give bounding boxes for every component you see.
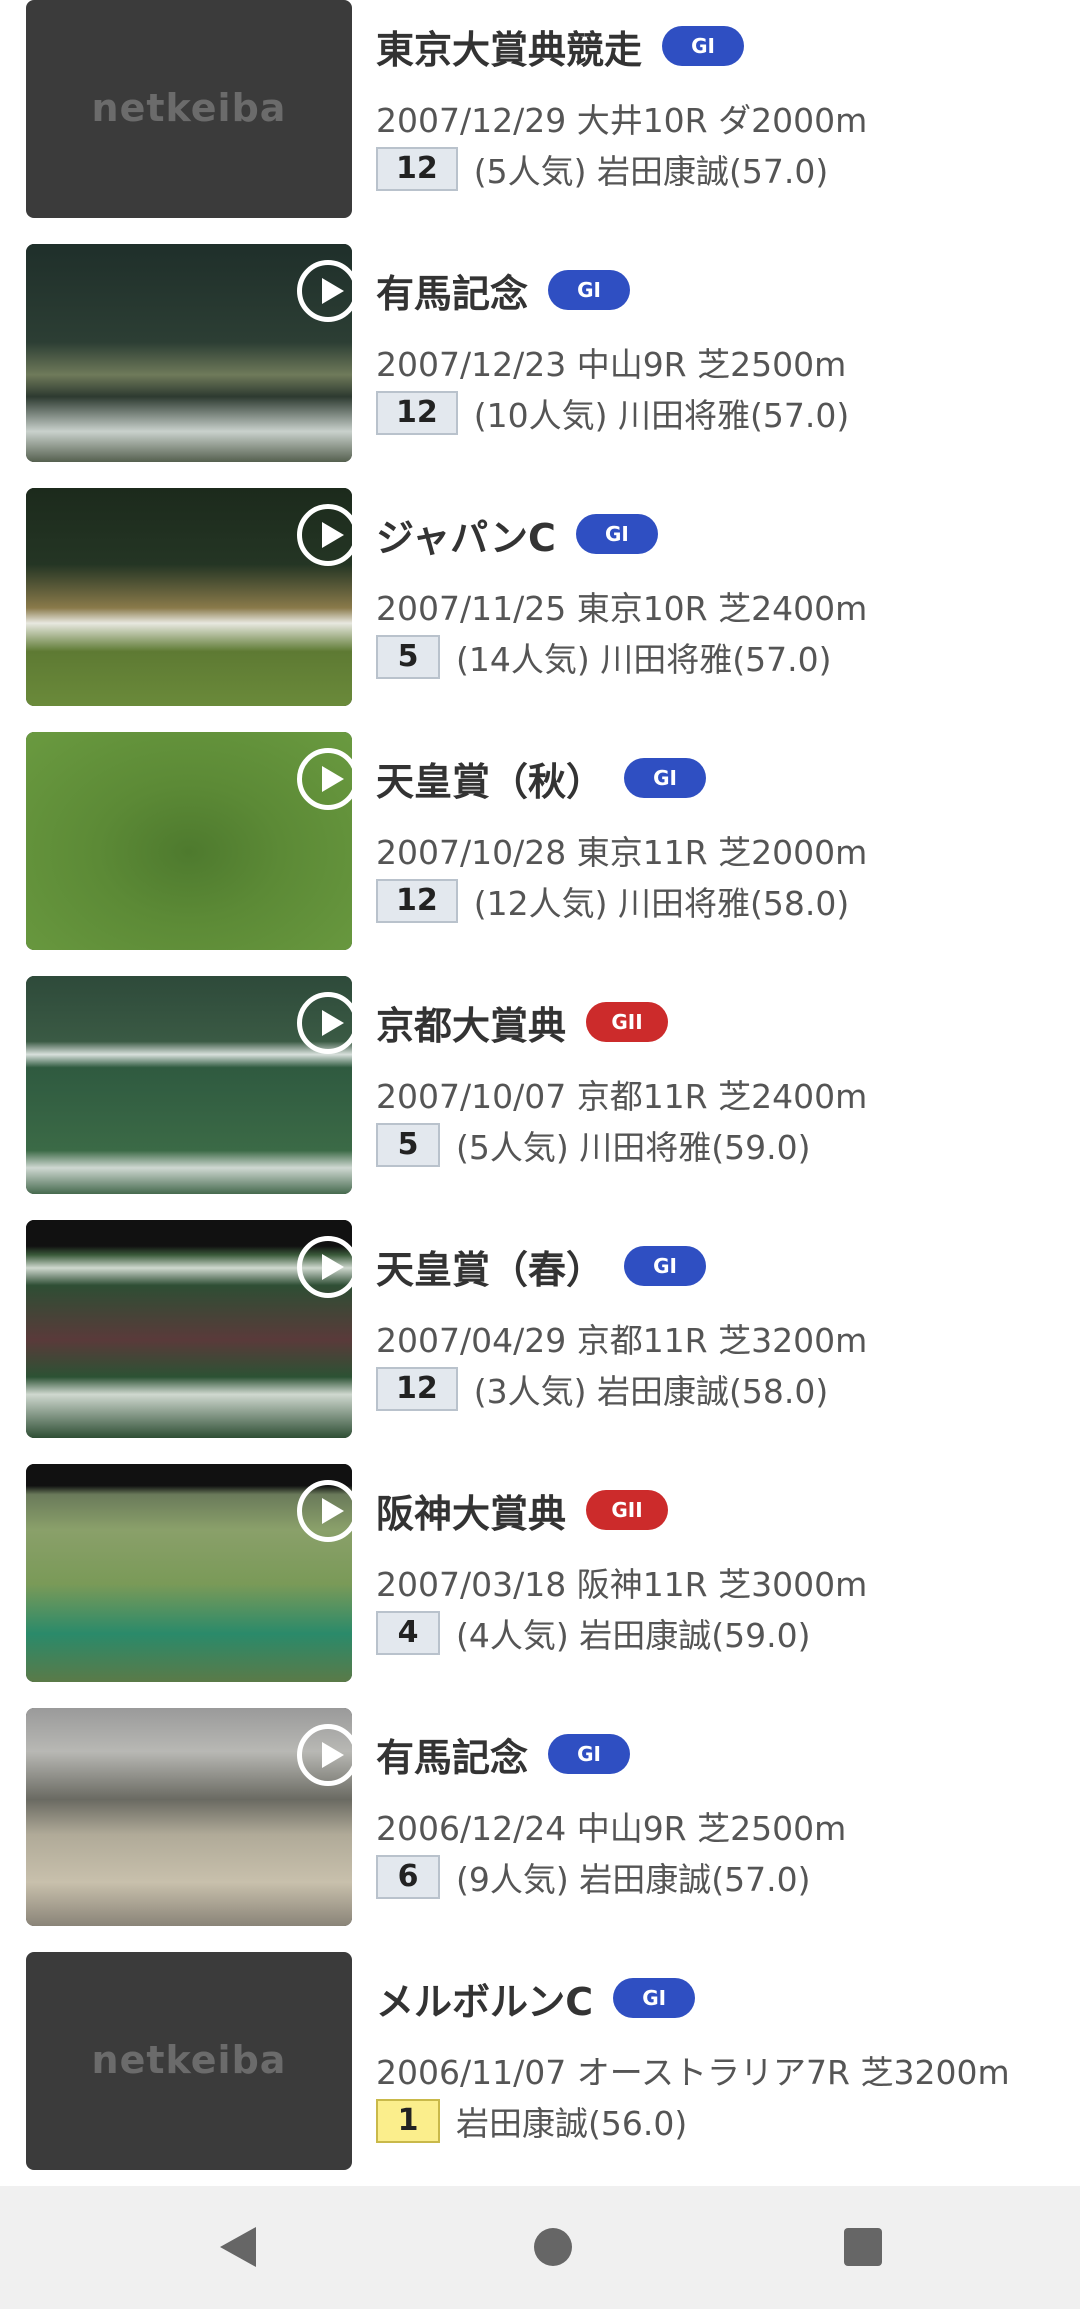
play-icon[interactable] (297, 1236, 352, 1298)
video-thumbnail[interactable] (26, 244, 352, 462)
grade-badge: GI (662, 26, 745, 66)
race-name[interactable]: 天皇賞（秋） (376, 751, 604, 806)
video-thumbnail[interactable] (26, 1220, 352, 1438)
back-icon[interactable] (214, 2224, 260, 2270)
race-name[interactable]: 天皇賞（春） (376, 1239, 604, 1294)
finish-rank-badge: 1 (376, 2099, 440, 2143)
race-meta: 2007/03/18 阪神11R 芝3000m (376, 1565, 868, 1604)
race-meta: 2007/10/28 東京11R 芝2000m (376, 833, 868, 872)
finish-rank-badge: 12 (376, 879, 458, 923)
race-name[interactable]: 阪神大賞典 (376, 1483, 566, 1538)
play-icon[interactable] (297, 260, 352, 322)
result-text: 岩田康誠(56.0) (456, 2104, 688, 2143)
race-name[interactable]: 有馬記念 (376, 1727, 528, 1782)
result-text: (4人気) 岩田康誠(59.0) (456, 1616, 811, 1655)
grade-badge: GI (548, 1734, 631, 1774)
result-text: (10人気) 川田将雅(57.0) (473, 396, 850, 435)
race-item[interactable]: 阪神大賞典 GII 2007/03/18 阪神11R 芝3000m 4 (4人気… (0, 1464, 1080, 1686)
finish-rank-badge: 12 (376, 391, 458, 435)
result-text: (3人気) 岩田康誠(58.0) (473, 1372, 829, 1411)
race-item[interactable]: 京都大賞典 GII 2007/10/07 京都11R 芝2400m 5 (5人気… (0, 976, 1080, 1198)
grade-badge: GI (575, 514, 658, 554)
race-item[interactable]: 有馬記念 GI 2006/12/24 中山9R 芝2500m 6 (9人気) 岩… (0, 1708, 1080, 1930)
result-text: (9人気) 岩田康誠(57.0) (456, 1860, 811, 1899)
play-icon[interactable] (297, 992, 352, 1054)
result-text: (14人気) 川田将雅(57.0) (456, 640, 832, 679)
play-icon[interactable] (297, 1480, 352, 1542)
finish-rank-badge: 4 (376, 1611, 440, 1655)
home-icon[interactable] (530, 2224, 576, 2270)
race-name[interactable]: メルボルンC (376, 1971, 593, 2026)
video-thumbnail[interactable] (26, 732, 352, 950)
video-thumbnail[interactable] (26, 976, 352, 1194)
grade-badge: GI (613, 1978, 696, 2018)
race-item[interactable]: 天皇賞（秋） GI 2007/10/28 東京11R 芝2000m 12 (12… (0, 732, 1080, 954)
system-navigation-bar (0, 2186, 1080, 2309)
race-meta: 2006/12/24 中山9R 芝2500m (376, 1809, 847, 1848)
netkeiba-logo: netkeiba (91, 2038, 287, 2082)
race-meta: 2007/10/07 京都11R 芝2400m (376, 1077, 868, 1116)
result-text: (12人気) 川田将雅(58.0) (473, 884, 850, 923)
race-meta: 2007/04/29 京都11R 芝3200m (376, 1321, 868, 1360)
play-icon[interactable] (297, 504, 352, 566)
play-icon[interactable] (297, 748, 352, 810)
grade-badge: GI (624, 758, 707, 798)
video-thumbnail[interactable] (26, 488, 352, 706)
race-item[interactable]: netkeiba 東京大賞典競走 GI 2007/12/29 大井10R ダ20… (0, 0, 1080, 222)
race-meta: 2006/11/07 オーストラリア7R 芝3200m (376, 2053, 1010, 2092)
finish-rank-badge: 5 (376, 1123, 440, 1167)
race-name[interactable]: 京都大賞典 (376, 995, 566, 1050)
video-thumbnail[interactable] (26, 1708, 352, 1926)
race-name[interactable]: 有馬記念 (376, 263, 528, 318)
finish-rank-badge: 5 (376, 635, 440, 679)
grade-badge: GII (586, 1490, 669, 1530)
race-meta: 2007/11/25 東京10R 芝2400m (376, 589, 868, 628)
race-item[interactable]: netkeiba メルボルンC GI 2006/11/07 オーストラリア7R … (0, 1952, 1080, 2174)
grade-badge: GI (548, 270, 631, 310)
thumbnail-placeholder[interactable]: netkeiba (26, 1952, 352, 2170)
recent-apps-icon[interactable] (840, 2224, 886, 2270)
race-meta: 2007/12/29 大井10R ダ2000m (376, 101, 868, 140)
race-name[interactable]: 東京大賞典競走 (376, 19, 642, 74)
finish-rank-badge: 12 (376, 147, 458, 191)
race-name[interactable]: ジャパンC (376, 507, 556, 562)
result-text: (5人気) 川田将雅(59.0) (456, 1128, 811, 1167)
result-text: (5人気) 岩田康誠(57.0) (473, 152, 829, 191)
race-item[interactable]: 有馬記念 GI 2007/12/23 中山9R 芝2500m 12 (10人気)… (0, 244, 1080, 466)
finish-rank-badge: 12 (376, 1367, 458, 1411)
race-item[interactable]: 天皇賞（春） GI 2007/04/29 京都11R 芝3200m 12 (3人… (0, 1220, 1080, 1442)
play-icon[interactable] (297, 1724, 352, 1786)
grade-badge: GII (586, 1002, 669, 1042)
finish-rank-badge: 6 (376, 1855, 440, 1899)
thumbnail-placeholder[interactable]: netkeiba (26, 0, 352, 218)
race-meta: 2007/12/23 中山9R 芝2500m (376, 345, 847, 384)
race-item[interactable]: ジャパンC GI 2007/11/25 東京10R 芝2400m 5 (14人気… (0, 488, 1080, 710)
netkeiba-logo: netkeiba (91, 86, 287, 130)
video-thumbnail[interactable] (26, 1464, 352, 1682)
grade-badge: GI (624, 1246, 707, 1286)
